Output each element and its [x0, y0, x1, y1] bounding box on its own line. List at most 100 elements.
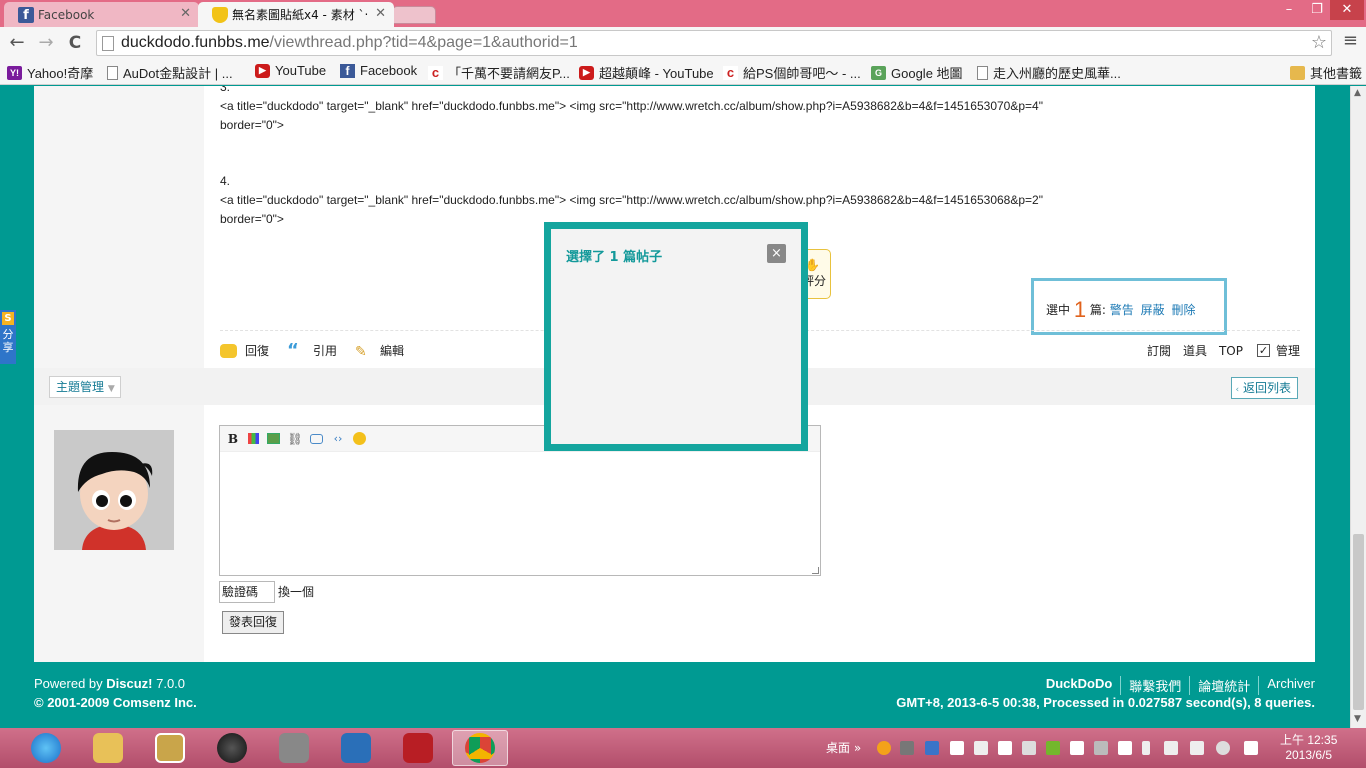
share-icon: S: [2, 312, 14, 325]
update-tray-icon[interactable]: [877, 741, 891, 755]
submit-reply-button[interactable]: 發表回復: [222, 611, 285, 634]
close-window-icon[interactable]: ✕: [1330, 0, 1364, 20]
close-tab-icon[interactable]: ✕: [180, 6, 191, 21]
new-tab-button[interactable]: [392, 6, 436, 24]
volume-tray-icon[interactable]: [1190, 741, 1204, 755]
footer-link-home[interactable]: DuckDoDo: [1038, 676, 1120, 695]
bookmark-yahoo[interactable]: Y! Yahoo!奇摩: [7, 63, 93, 82]
image-icon[interactable]: [267, 433, 280, 444]
yahoo-icon: Y!: [7, 65, 22, 80]
resize-handle[interactable]: [812, 567, 819, 574]
quote-icon: “: [287, 339, 299, 361]
footer-link-stats[interactable]: 論壇統計: [1189, 676, 1258, 695]
block-link[interactable]: 屏蔽: [1141, 303, 1165, 317]
url-text[interactable]: duckdodo.funbbs.me/viewthread.php?tid=4&…: [121, 34, 578, 52]
scroll-up-icon[interactable]: ▲: [1354, 88, 1361, 98]
chrome-icon[interactable]: [452, 730, 508, 766]
code-icon[interactable]: ‹›: [331, 432, 345, 446]
link-icon[interactable]: ⛓: [287, 432, 302, 446]
forward-icon[interactable]: →: [33, 30, 59, 56]
bookmark-youtube-video[interactable]: ▶ 超越顛峰 - YouTube: [579, 63, 714, 82]
copyright: © 2001-2009 Comsenz Inc.: [34, 695, 197, 710]
chrome-menu-icon[interactable]: ≡: [1343, 30, 1358, 51]
youtube-icon: ▶: [255, 63, 270, 78]
captcha-input[interactable]: 驗證碼: [219, 581, 275, 603]
refresh-captcha-link[interactable]: 換一個: [278, 583, 314, 600]
tray-app-icon[interactable]: [900, 741, 914, 755]
signal-tray-icon[interactable]: [1164, 741, 1178, 755]
bookmark-facebook[interactable]: f Facebook: [340, 63, 417, 78]
tab-facebook[interactable]: f Facebook ✕: [4, 2, 199, 27]
power-app-icon[interactable]: [390, 730, 446, 766]
discuz-link[interactable]: Discuz!: [106, 676, 152, 691]
desktop-toolbar-label[interactable]: 桌面 »: [826, 739, 861, 756]
no-network-tray-icon[interactable]: [1216, 741, 1230, 755]
bookmark-google-maps[interactable]: G Google 地圖: [871, 63, 963, 82]
tab-title: Facebook: [38, 7, 95, 22]
back-to-list-button[interactable]: ‹ 返回列表: [1230, 377, 1298, 399]
chevron-down-icon: ▼: [107, 384, 115, 394]
reload-icon[interactable]: C: [62, 30, 88, 56]
page-scrollbar[interactable]: ▲ ▼: [1350, 86, 1366, 728]
shield-tray-icon[interactable]: [1118, 741, 1132, 755]
manage-checkbox[interactable]: ✓: [1256, 344, 1270, 357]
display-tray-icon[interactable]: [950, 741, 964, 755]
bookmark-audot[interactable]: AuDot金點設計 | ...: [107, 63, 233, 82]
reply-button[interactable]: 回復: [220, 342, 269, 359]
bookmark-history[interactable]: 走入州廳的歷史風華...: [977, 63, 1121, 82]
bookmarks-bar: Y! Yahoo!奇摩 AuDot金點設計 | ... ▶ YouTube f Fac…: [0, 59, 1366, 85]
back-arrow-icon: ‹: [1235, 385, 1240, 395]
facebook-icon: f: [18, 7, 34, 23]
network-tray-icon[interactable]: [925, 741, 939, 755]
file-explorer-icon[interactable]: [80, 730, 136, 766]
subscribe-link[interactable]: 訂閱: [1147, 342, 1171, 359]
bookmark-youtube[interactable]: ▶ YouTube: [255, 63, 326, 78]
close-icon[interactable]: ×: [767, 244, 786, 263]
share-tab[interactable]: S 分享: [0, 310, 16, 364]
tools-link[interactable]: 道具: [1183, 342, 1207, 359]
selection-dialog: 選擇了 1 篇帖子 ×: [544, 222, 808, 451]
quote-bubble-icon[interactable]: [310, 433, 323, 444]
scroll-down-icon[interactable]: ▼: [1354, 714, 1361, 724]
media-player-icon[interactable]: [142, 730, 198, 766]
tab-active-thread[interactable]: 無名素圖貼紙x4 - 素材 `‧ ✕: [198, 2, 394, 27]
notification-tray-icon[interactable]: [1244, 741, 1258, 755]
color-icon[interactable]: [248, 433, 259, 444]
battery-tray-icon[interactable]: [1142, 741, 1150, 755]
footer-links: DuckDoDo 聯繫我們 論壇統計 Archiver: [1038, 676, 1315, 695]
bluetooth-tray-icon[interactable]: [1022, 741, 1036, 755]
page-icon: [977, 65, 988, 80]
post-tools: 訂閱 道具 TOP ✓ 管理: [1135, 342, 1300, 359]
bookmark-star-icon[interactable]: ☆: [1311, 32, 1327, 53]
bookmark-other-folder[interactable]: 其他書籤: [1290, 63, 1362, 82]
settings-app-icon[interactable]: [328, 730, 384, 766]
warn-link[interactable]: 警告: [1110, 303, 1134, 317]
restore-icon[interactable]: ❐: [1302, 0, 1332, 20]
bookmark-ps-handsome[interactable]: c 給PS個帥哥吧～ - ...: [723, 63, 861, 82]
back-icon[interactable]: ←: [4, 30, 30, 56]
quote-button[interactable]: “引用: [287, 339, 337, 361]
avatar: [54, 430, 174, 550]
footer-link-archiver[interactable]: Archiver: [1258, 676, 1315, 695]
thread-manage-dropdown[interactable]: 主題管理 ▼: [49, 376, 121, 398]
bookmark-ps-thread[interactable]: c 「千萬不要請網友P...: [428, 63, 570, 82]
delete-link[interactable]: 刪除: [1171, 303, 1195, 317]
address-bar[interactable]: duckdodo.funbbs.me/viewthread.php?tid=4&…: [96, 30, 1332, 56]
minimize-icon[interactable]: –: [1274, 0, 1304, 20]
footer-link-contact[interactable]: 聯繫我們: [1120, 676, 1189, 695]
bold-icon[interactable]: B: [226, 432, 240, 446]
monitor-tray-icon[interactable]: [974, 741, 988, 755]
doc-app-icon[interactable]: [266, 730, 322, 766]
taskbar-clock[interactable]: 上午 12:35 2013/6/5: [1280, 733, 1337, 763]
clipboard-tray-icon[interactable]: [998, 741, 1012, 755]
scroll-thumb[interactable]: [1353, 534, 1364, 710]
close-tab-icon[interactable]: ✕: [375, 6, 386, 21]
edit-button[interactable]: ✎ 編輯: [355, 342, 404, 360]
smiley-icon[interactable]: [353, 432, 366, 445]
screen-tray-icon[interactable]: [1094, 741, 1108, 755]
ie-icon[interactable]: [18, 730, 74, 766]
speaker-app-icon[interactable]: [204, 730, 260, 766]
top-link[interactable]: TOP: [1219, 344, 1243, 358]
flag-tray-icon[interactable]: [1070, 741, 1084, 755]
nvidia-tray-icon[interactable]: [1046, 741, 1060, 755]
